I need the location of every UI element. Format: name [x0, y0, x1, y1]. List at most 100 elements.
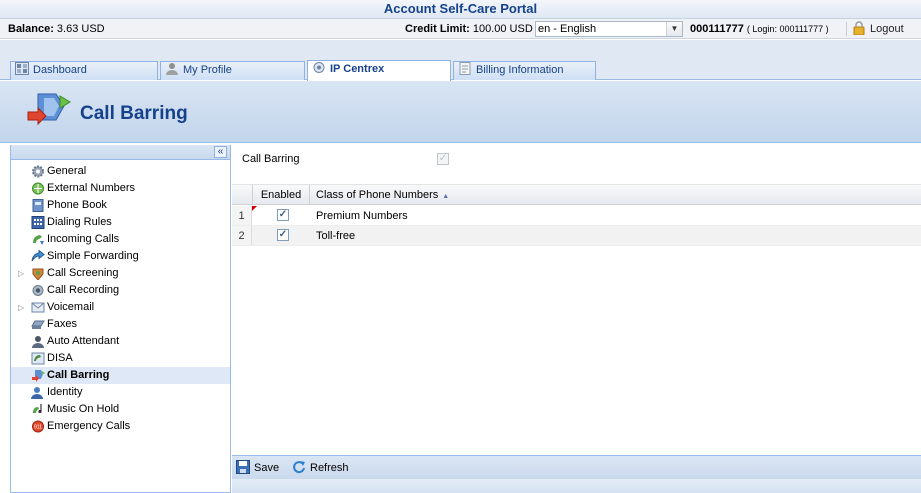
- row-class-cell: Toll-free: [316, 230, 356, 242]
- external-numbers-icon: [32, 182, 44, 195]
- refresh-icon: [293, 461, 305, 474]
- table-row[interactable]: 1 ✓ Premium Numbers: [232, 206, 921, 226]
- sidebar-item-label: Incoming Calls: [47, 233, 120, 245]
- refresh-button[interactable]: Refresh: [292, 459, 349, 477]
- sidebar-item-identity[interactable]: Identity: [11, 384, 230, 401]
- sidebar-item-music-on-hold[interactable]: Music On Hold: [11, 401, 230, 418]
- fax-icon: [31, 320, 45, 329]
- sidebar-item-label: Music On Hold: [47, 403, 120, 415]
- sidebar-item-auto-attendant[interactable]: Auto Attendant: [11, 333, 230, 350]
- sidebar-item-faxes[interactable]: Faxes: [11, 316, 230, 333]
- sidebar-item-call-screening[interactable]: ▷ Call Screening: [11, 265, 230, 282]
- billing-icon: [459, 62, 471, 75]
- sidebar-tree: General External Numbers Phone Book Dial…: [11, 163, 230, 435]
- login-text: ( Login: 000111777 ): [746, 24, 829, 34]
- column-header-class[interactable]: Class of Phone Numbers ▲: [316, 185, 449, 205]
- account-info-bar: Balance: 3.63 USD Credit Limit: 100.00 U…: [0, 19, 921, 39]
- sidebar-item-label: General: [47, 165, 87, 177]
- sidebar-item-label: Emergency Calls: [47, 420, 131, 432]
- emergency-icon: 911: [32, 420, 44, 433]
- balance-value: 3.63 USD: [56, 23, 105, 35]
- tab-ip-centrex[interactable]: IP Centrex: [307, 60, 451, 81]
- balance-display: Balance: 3.63 USD: [8, 23, 105, 35]
- sidebar-item-phone-book[interactable]: Phone Book: [11, 197, 230, 214]
- sidebar-item-label: Auto Attendant: [47, 335, 120, 347]
- sidebar-item-dialing-rules[interactable]: Dialing Rules: [11, 214, 230, 231]
- call-screening-icon: [32, 268, 44, 280]
- save-icon: [236, 460, 250, 474]
- sidebar-item-label: Voicemail: [47, 301, 95, 313]
- divider: [846, 22, 847, 36]
- disa-icon: [31, 352, 45, 365]
- sidebar-item-emergency-calls[interactable]: 911 Emergency Calls: [11, 418, 230, 435]
- table-row[interactable]: 2 ✓ Toll-free: [232, 226, 921, 246]
- chevron-down-icon[interactable]: ▼: [666, 22, 682, 36]
- save-button[interactable]: Save: [236, 459, 279, 477]
- refresh-label: Refresh: [310, 462, 349, 474]
- row-number: 1: [232, 206, 252, 225]
- tab-dashboard-label: Dashboard: [33, 64, 87, 76]
- page-header: Call Barring: [0, 81, 921, 143]
- row-number: 2: [232, 226, 252, 245]
- tab-billing-label: Billing Information: [476, 64, 564, 76]
- credit-limit-value: 100.00 USD: [472, 23, 533, 35]
- sidebar-item-label: Faxes: [47, 318, 77, 330]
- call-barring-checkbox[interactable]: ✓: [437, 153, 449, 165]
- voicemail-icon: [31, 302, 45, 313]
- row-enabled-checkbox[interactable]: ✓: [277, 229, 289, 241]
- language-select[interactable]: en - English ▼: [535, 21, 683, 37]
- bottom-toolbar: Save Refresh: [232, 455, 921, 479]
- dashboard-icon: [15, 62, 29, 75]
- tab-ip-centrex-label: IP Centrex: [330, 63, 385, 75]
- dialing-rules-icon: [31, 216, 45, 229]
- row-enabled-checkbox[interactable]: ✓: [277, 209, 289, 221]
- account-display: 000111777 ( Login: 000111777 ): [690, 23, 829, 35]
- sidebar-item-voicemail[interactable]: ▷ Voicemail: [11, 299, 230, 316]
- sidebar-item-label: DISA: [47, 352, 73, 364]
- language-value: en - English: [538, 23, 597, 35]
- column-header-enabled[interactable]: Enabled: [252, 185, 310, 205]
- sidebar-item-label: Identity: [47, 386, 83, 398]
- sidebar-item-incoming-calls[interactable]: Incoming Calls: [11, 231, 230, 248]
- tab-strip-background: [0, 40, 921, 59]
- music-icon: [33, 404, 42, 414]
- credit-limit-label: Credit Limit:: [405, 23, 470, 35]
- sort-ascending-icon: ▲: [442, 193, 450, 200]
- svg-text:911: 911: [34, 425, 42, 431]
- sidebar-item-label: Simple Forwarding: [47, 250, 139, 262]
- forwarding-icon: [31, 250, 45, 262]
- sidebar-item-label: Call Screening: [47, 267, 119, 279]
- call-recording-icon: [32, 285, 44, 296]
- logout-button[interactable]: Logout: [852, 21, 904, 37]
- dirty-flag-icon: [252, 206, 257, 211]
- sidebar-item-external-numbers[interactable]: External Numbers: [11, 180, 230, 197]
- row-class-cell: Premium Numbers: [316, 210, 408, 222]
- expand-icon[interactable]: ▷: [18, 299, 24, 316]
- phone-book-icon: [32, 199, 44, 212]
- tab-billing-information[interactable]: Billing Information: [453, 61, 596, 80]
- balance-label: Balance:: [8, 23, 54, 35]
- sidebar-item-general[interactable]: General: [11, 163, 230, 180]
- lock-icon: [853, 21, 865, 35]
- collapse-sidebar-button[interactable]: «: [214, 146, 227, 158]
- tab-dashboard[interactable]: Dashboard: [10, 61, 158, 80]
- save-label: Save: [254, 462, 280, 474]
- page-title: Call Barring: [80, 103, 188, 124]
- expand-icon[interactable]: ▷: [18, 265, 24, 282]
- tab-my-profile[interactable]: My Profile: [160, 61, 305, 80]
- sidebar-item-simple-forwarding[interactable]: Simple Forwarding: [11, 248, 230, 265]
- credit-limit-display: Credit Limit: 100.00 USD: [405, 23, 533, 35]
- main-panel: Call Barring ✓ Enabled Class of Phone Nu…: [232, 145, 921, 493]
- main-footer: [232, 479, 921, 493]
- call-barring-icon: [32, 370, 45, 382]
- user-icon: [166, 63, 178, 75]
- logout-label: Logout: [870, 23, 904, 35]
- sidebar-item-call-recording[interactable]: Call Recording: [11, 282, 230, 299]
- auto-attendant-icon: [32, 336, 44, 348]
- call-barring-label: Call Barring: [242, 153, 300, 165]
- sidebar-item-label: External Numbers: [47, 182, 136, 194]
- sidebar-item-label: Dialing Rules: [47, 216, 112, 228]
- ip-centrex-icon: [313, 62, 325, 73]
- sidebar-item-disa[interactable]: DISA: [11, 350, 230, 367]
- sidebar-item-call-barring[interactable]: Call Barring: [11, 367, 230, 384]
